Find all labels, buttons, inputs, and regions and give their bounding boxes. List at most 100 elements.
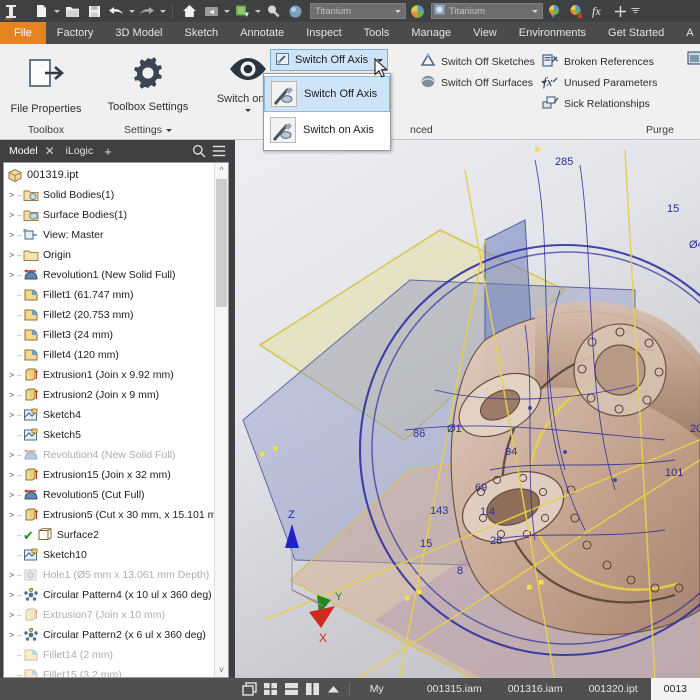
open-file-icon[interactable] — [61, 1, 83, 21]
tab-inspect[interactable]: Inspect — [295, 22, 352, 44]
tab-file[interactable]: File — [0, 22, 46, 44]
tree-expand-icon[interactable]: > — [6, 470, 17, 480]
document-tab-my-home[interactable]: My Home — [357, 678, 414, 700]
tree-item[interactable]: ·–Fillet3 (24 mm) — [4, 325, 214, 345]
overflow-tool-icon[interactable] — [686, 50, 700, 71]
tree-item[interactable]: ·–Fillet4 (120 mm) — [4, 345, 214, 365]
file-properties-button[interactable]: File Properties — [0, 50, 92, 115]
panel-label-settings[interactable]: Settings — [92, 121, 204, 139]
switch-off-sketches-row[interactable]: Switch Off Sketches — [416, 52, 549, 71]
tree-item[interactable]: ·–Sketch10 — [4, 545, 214, 565]
tile-vertical-icon[interactable] — [303, 682, 321, 697]
menu-item-switch-on-axis[interactable]: Switch on Axis — [264, 112, 390, 148]
sick-relationships-row[interactable]: Sick Relationships — [538, 94, 680, 113]
update-dropdown-icon[interactable] — [253, 1, 262, 21]
tree-item[interactable]: > – Circular Pattern4 (x 10 ul x 360 deg) — [4, 585, 214, 605]
appearance-dropdown-icon[interactable] — [532, 9, 538, 13]
scrollbar-thumb[interactable] — [216, 179, 227, 307]
return-dropdown-icon[interactable] — [222, 1, 231, 21]
home-icon[interactable] — [178, 1, 200, 21]
tab-environments[interactable]: Environments — [508, 22, 597, 44]
tab-factory[interactable]: Factory — [46, 22, 105, 44]
update-icon[interactable] — [231, 1, 253, 21]
material-browser-icon[interactable] — [406, 1, 428, 21]
tree-expand-icon[interactable]: > — [6, 190, 17, 200]
tree-item[interactable]: > – Solid Bodies(1) — [4, 185, 214, 205]
menu-item-switch-off-axis[interactable]: Switch Off Axis — [264, 76, 390, 112]
collapse-icon[interactable] — [324, 682, 342, 697]
document-tab-001316[interactable]: 001316.iam — [495, 678, 576, 700]
redo-icon[interactable] — [136, 1, 158, 21]
redo-dropdown-icon[interactable] — [158, 1, 167, 21]
new-file-icon[interactable] — [30, 1, 52, 21]
unused-parameters-row[interactable]: fx Unused Parameters — [538, 73, 680, 92]
tree-expand-icon[interactable]: > — [6, 270, 17, 280]
material-sphere-icon[interactable] — [284, 1, 306, 21]
tab-3d-model[interactable]: 3D Model — [104, 22, 173, 44]
toolbox-settings-button[interactable]: Toolbox Settings — [92, 50, 204, 113]
tree-item[interactable]: > – Extrusion2 (Join x 9 mm) — [4, 385, 214, 405]
tree-item[interactable]: ·–✔Surface2 — [4, 525, 214, 545]
scroll-down-icon[interactable]: ˅ — [215, 663, 228, 677]
tab-sketch[interactable]: Sketch — [174, 22, 230, 44]
browser-tab-ilogic[interactable]: iLogic — [61, 145, 98, 157]
material-field[interactable]: Titanium — [310, 3, 406, 19]
browser-tab-add-icon[interactable]: + — [98, 144, 118, 159]
switch-off-axis-split-button[interactable]: Switch Off Axis — [270, 49, 388, 71]
tree-item[interactable]: ·–Fillet1 (61.747 mm) — [4, 285, 214, 305]
tree-expand-icon[interactable]: > — [6, 570, 17, 580]
plus-icon[interactable] — [609, 1, 631, 21]
feature-tree[interactable]: 001319.ipt > – Solid Bodies(1) > – Surface Bo… — [4, 163, 225, 677]
tree-item[interactable]: > – Circular Pattern2 (x 6 ul x 360 deg) — [4, 625, 214, 645]
tree-item[interactable]: > – Origin — [4, 245, 214, 265]
search-icon[interactable] — [189, 144, 209, 158]
tree-expand-icon[interactable]: > — [6, 510, 17, 520]
adjust-color-icon[interactable] — [543, 1, 565, 21]
switch-on-all-caret-icon[interactable] — [245, 109, 251, 112]
tree-item[interactable]: ·–Fillet15 (3.2 mm) — [4, 665, 214, 677]
panel-expand-icon[interactable] — [165, 128, 172, 132]
document-tab-001315[interactable]: 001315.iam — [414, 678, 495, 700]
new-file-dropdown-icon[interactable] — [52, 1, 61, 21]
tree-item[interactable]: ·–Sketch5 — [4, 425, 214, 445]
fx-parameters-icon[interactable]: fx — [587, 1, 609, 21]
tab-view[interactable]: View — [462, 22, 508, 44]
browser-tab-model[interactable]: Model — [4, 145, 43, 157]
switch-off-surfaces-row[interactable]: Switch Off Surfaces — [416, 73, 548, 92]
broken-references-row[interactable]: Broken References — [538, 52, 680, 71]
menu-icon[interactable] — [209, 145, 229, 157]
tree-item[interactable]: ·–Fillet2 (20.753 mm) — [4, 305, 214, 325]
document-tab-001320[interactable]: 001320.ipt — [576, 678, 651, 700]
tree-expand-icon[interactable]: > — [6, 250, 17, 260]
tree-expand-icon[interactable]: > — [6, 210, 17, 220]
tree-expand-icon[interactable]: > — [6, 490, 17, 500]
tree-item[interactable]: > – Extrusion7 (Join x 10 mm) — [4, 605, 214, 625]
tree-expand-icon[interactable]: > — [6, 590, 17, 600]
tree-expand-icon[interactable]: > — [6, 370, 17, 380]
tree-item[interactable]: > – Extrusion1 (Join x 9.92 mm) — [4, 365, 214, 385]
browser-tab-close-icon[interactable]: ✕ — [43, 144, 61, 158]
clear-appearance-icon[interactable] — [565, 1, 587, 21]
tree-item[interactable]: > – Revolution5 (Cut Full) — [4, 485, 214, 505]
appearance-field[interactable]: Titanium — [431, 3, 543, 19]
tile-grid-icon[interactable] — [261, 682, 279, 697]
tree-expand-icon[interactable]: > — [6, 610, 17, 620]
tree-item[interactable]: ·–Fillet14 (2 mm) — [4, 645, 214, 665]
material-dropdown-icon[interactable] — [395, 9, 401, 13]
tree-item[interactable]: > – Revolution4 (New Solid Full) — [4, 445, 214, 465]
tree-expand-icon[interactable]: > — [6, 630, 17, 640]
tile-horizontal-icon[interactable] — [282, 682, 300, 697]
select-icon[interactable] — [262, 1, 284, 21]
tab-get-started[interactable]: Get Started — [597, 22, 675, 44]
document-tab-active[interactable]: 0013 — [650, 678, 700, 700]
scroll-up-icon[interactable]: ^ — [215, 163, 228, 177]
save-icon[interactable] — [83, 1, 105, 21]
tree-item[interactable]: > – Extrusion5 (Cut x 30 mm, x 15.101 mm — [4, 505, 225, 525]
undo-icon[interactable] — [105, 1, 127, 21]
tree-root-item[interactable]: 001319.ipt — [4, 165, 214, 185]
tree-item[interactable]: > – Sketch4 — [4, 405, 214, 425]
tree-expand-icon[interactable]: > — [6, 390, 17, 400]
tree-expand-icon[interactable]: > — [6, 410, 17, 420]
model-viewport[interactable]: Z Y X 285151.17Ø40.75348.574.86Ø12094882… — [235, 140, 700, 680]
tab-annotate[interactable]: Annotate — [229, 22, 295, 44]
